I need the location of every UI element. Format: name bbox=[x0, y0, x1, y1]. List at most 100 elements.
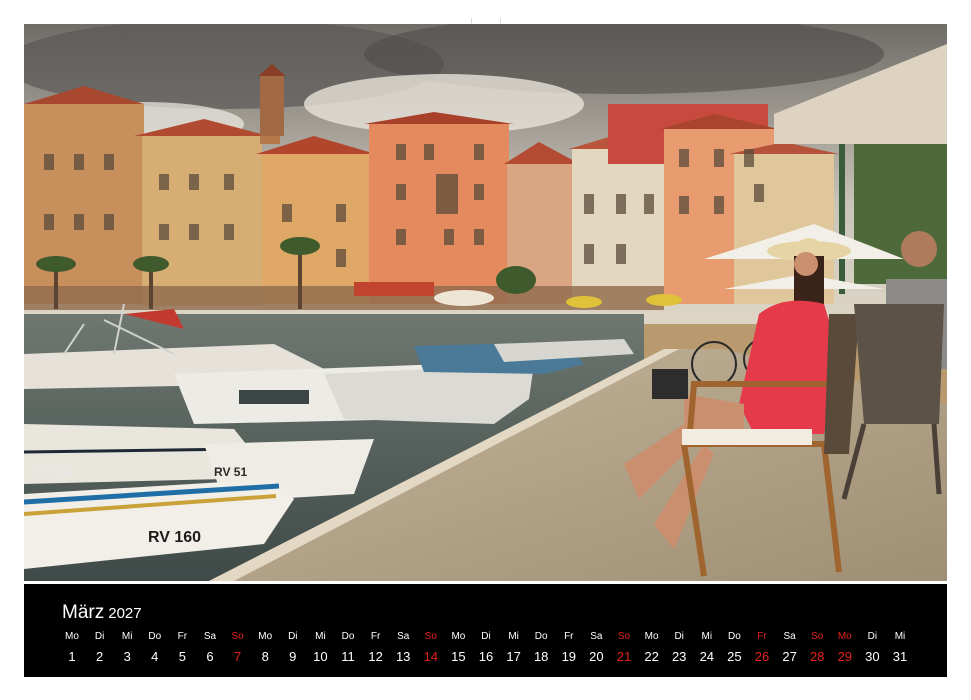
day-number: 10 bbox=[313, 649, 328, 664]
day-cell: Di 16 bbox=[473, 631, 499, 665]
weekday-label: Mo bbox=[258, 631, 273, 642]
weekday-label: Fr bbox=[177, 631, 188, 642]
day-number: 2 bbox=[95, 649, 104, 664]
day-number: 17 bbox=[506, 649, 521, 664]
day-number: 4 bbox=[151, 649, 159, 664]
weekday-label: Fr bbox=[564, 631, 574, 642]
weekday-label: Sa bbox=[203, 631, 217, 642]
day-number: 8 bbox=[261, 649, 269, 664]
month-year: 2027 bbox=[108, 605, 142, 622]
day-number: 11 bbox=[341, 649, 355, 664]
day-number: 22 bbox=[644, 649, 659, 664]
day-number: 6 bbox=[206, 649, 214, 664]
day-cell: Di 2 bbox=[87, 631, 113, 665]
boat-label-rv160: RV 160 bbox=[148, 529, 201, 546]
day-cell: Mi 24 bbox=[694, 631, 720, 665]
weekday-label: Mi bbox=[315, 631, 326, 642]
weekday-label: So bbox=[811, 631, 824, 642]
day-number: 1 bbox=[68, 649, 76, 664]
weekday-label: Mi bbox=[894, 631, 906, 642]
day-number: 27 bbox=[782, 649, 797, 664]
day-cell: Fr 19 bbox=[556, 631, 582, 665]
day-cell: Sa 20 bbox=[583, 631, 609, 665]
day-number: 16 bbox=[478, 649, 494, 664]
day-number: 7 bbox=[233, 649, 242, 664]
weekday-label: So bbox=[231, 631, 244, 642]
day-cell: Mo 8 bbox=[252, 631, 278, 665]
weekday-label: Di bbox=[288, 631, 298, 642]
day-cell: Do 25 bbox=[721, 631, 747, 665]
day-number: 3 bbox=[123, 649, 131, 664]
weekday-label: Di bbox=[674, 631, 684, 642]
day-cell: Fr 12 bbox=[363, 631, 389, 665]
weekday-label: Do bbox=[727, 631, 741, 642]
day-cell: So 28 bbox=[804, 631, 830, 665]
day-number: 23 bbox=[671, 649, 687, 664]
boat-label-rv1382: RV-1382 bbox=[34, 466, 73, 477]
weekday-label: Sa bbox=[590, 631, 603, 642]
weekday-label: Fr bbox=[757, 631, 767, 642]
weekday-label: Do bbox=[534, 631, 548, 642]
day-number: 30 bbox=[865, 649, 880, 664]
day-number: 20 bbox=[589, 649, 604, 664]
weekday-label: So bbox=[617, 631, 631, 642]
weekday-label: Do bbox=[148, 631, 162, 642]
day-number: 24 bbox=[699, 649, 715, 664]
day-cell: Mo 22 bbox=[639, 631, 665, 665]
weekday-label: Mi bbox=[508, 631, 519, 642]
day-number: 18 bbox=[533, 649, 549, 664]
day-number: 25 bbox=[727, 649, 742, 664]
day-number: 5 bbox=[178, 649, 186, 664]
weekday-label: So bbox=[424, 631, 437, 642]
day-cell: Do 4 bbox=[142, 631, 168, 665]
day-number: 13 bbox=[395, 649, 411, 664]
month-heading: März 2027 bbox=[62, 602, 142, 625]
weekday-label: Mo bbox=[837, 631, 852, 642]
day-cell: Di 23 bbox=[666, 631, 692, 665]
month-name: März bbox=[62, 602, 105, 623]
day-number: 9 bbox=[289, 649, 297, 664]
day-cell: Sa 6 bbox=[197, 631, 223, 665]
weekday-label: Sa bbox=[783, 631, 796, 642]
day-cell: Di 30 bbox=[859, 631, 885, 665]
weekday-label: Sa bbox=[397, 631, 410, 642]
day-cell: Mi 10 bbox=[307, 631, 333, 665]
day-cell: So 21 bbox=[611, 631, 637, 665]
day-number: 29 bbox=[837, 649, 853, 664]
day-number: 26 bbox=[754, 649, 770, 664]
weekday-label: Mo bbox=[65, 631, 79, 642]
day-cell: Fr 5 bbox=[169, 631, 195, 665]
day-cell: Sa 13 bbox=[390, 631, 416, 665]
day-number: 21 bbox=[616, 649, 632, 664]
weekday-label: Di bbox=[94, 631, 105, 642]
weekday-label: Mi bbox=[701, 631, 713, 642]
day-cell: So 7 bbox=[225, 631, 251, 665]
day-cell: Mi 31 bbox=[887, 631, 913, 665]
day-cell: Do 18 bbox=[528, 631, 554, 665]
day-cell: Mi 3 bbox=[114, 631, 140, 665]
day-cell: Mo 29 bbox=[832, 631, 858, 665]
day-number: 15 bbox=[451, 649, 466, 664]
weekday-label: Mo bbox=[451, 631, 466, 642]
day-cell: Di 9 bbox=[280, 631, 306, 665]
weekday-label: Mi bbox=[121, 631, 133, 642]
weekday-label: Fr bbox=[370, 631, 381, 642]
weekday-label: Do bbox=[341, 631, 355, 642]
day-cell: Mo 1 bbox=[59, 631, 85, 665]
harbor-photo: RV 160 RV 51 RV-1382 bbox=[24, 24, 947, 581]
day-number: 19 bbox=[561, 649, 577, 664]
day-cell: Do 11 bbox=[335, 631, 361, 665]
calendar-bar: März 2027 Mo 1 Di 2 Mi 3 Do 4 Fr 5 Sa 6 So 7 Mo 8 Di 9 Mi 10… bbox=[24, 584, 947, 677]
weekday-label: Mo bbox=[644, 631, 659, 642]
day-number: 31 bbox=[892, 649, 908, 664]
day-number: 14 bbox=[423, 649, 439, 664]
day-cell: Sa 27 bbox=[777, 631, 803, 665]
weekday-label: Di bbox=[867, 631, 878, 642]
day-grid: Mo 1 Di 2 Mi 3 Do 4 Fr 5 Sa 6 So 7 Mo 8 Di 9 Mi 10 Do 11 Fr 12 S… bbox=[59, 631, 919, 671]
day-cell: Fr 26 bbox=[749, 631, 775, 665]
day-cell: So 14 bbox=[418, 631, 444, 665]
day-cell: Mi 17 bbox=[501, 631, 527, 665]
day-cell: Mo 15 bbox=[445, 631, 471, 665]
harbor-scene-illustration: RV 160 RV 51 RV-1382 bbox=[24, 24, 947, 581]
boat-label-rv51: RV 51 bbox=[214, 465, 247, 479]
